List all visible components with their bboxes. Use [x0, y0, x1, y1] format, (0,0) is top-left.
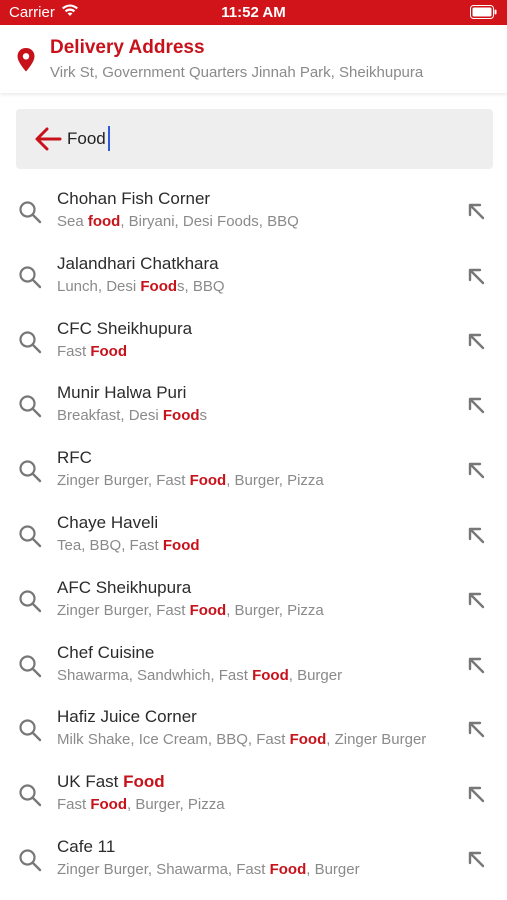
restaurant-categories: Tea, BBQ, Fast Food: [57, 537, 462, 554]
search-bar: [16, 109, 493, 169]
delivery-address-title: Delivery Address: [50, 37, 205, 58]
search-result-item[interactable]: Hafiz Juice Corner Milk Shake, Ice Cream,…: [0, 696, 507, 761]
search-icon: [18, 459, 42, 488]
restaurant-categories: Milk Shake, Ice Cream, BBQ, Fast Food, Z…: [57, 731, 462, 748]
text-segment: Sea: [57, 213, 88, 230]
text-segment: Shawarma, Sandwhich, Fast: [57, 666, 253, 684]
search-icon: [18, 654, 42, 683]
search-result-item[interactable]: AFC Sheikhupura Zinger Burger, Fast Food,…: [0, 567, 507, 632]
restaurant-categories: Fast Food: [57, 343, 462, 360]
search-result-item[interactable]: Chaye Haveli Tea, BBQ, Fast Food: [0, 502, 507, 567]
text-segment: Zinger Burger, Shawarma, Fast: [57, 861, 270, 878]
text-segment: , Burger, Pizza: [226, 472, 324, 490]
restaurant-name: Cafe 11: [57, 837, 116, 856]
text-segment: , Burger: [288, 666, 343, 684]
restaurant-categories: Shawarma, Sandwhich, Fast Food, Burger: [57, 667, 462, 684]
text-segment: , Burger, Pizza: [226, 601, 324, 619]
search-result-item[interactable]: Munir Halwa Puri Breakfast, Desi Foods: [0, 372, 507, 437]
match-highlight: Food: [90, 342, 127, 360]
arrow-up-left-icon[interactable]: [467, 720, 485, 743]
restaurant-categories: Zinger Burger, Fast Food, Burger, Pizza: [57, 472, 462, 489]
arrow-up-left-icon[interactable]: [467, 202, 485, 225]
text-segment: , Biryani, Desi Foods, BBQ: [120, 213, 299, 230]
status-time: 11:52 AM: [221, 4, 286, 21]
search-result-item[interactable]: Cafe 11 Zinger Burger, Shawarma, Fast Foo…: [0, 826, 507, 891]
arrow-up-left-icon[interactable]: [467, 461, 485, 484]
text-segment: Zinger Burger, Fast: [57, 472, 190, 490]
restaurant-categories: Zinger Burger, Fast Food, Burger, Pizza: [57, 602, 462, 619]
search-result-item[interactable]: Chef Cuisine Shawarma, Sandwhich, Fast Fo…: [0, 632, 507, 697]
text-segment: Breakfast, Desi: [57, 407, 163, 425]
match-highlight: Food: [162, 537, 200, 554]
delivery-address-header[interactable]: Delivery Address Virk St, Government Qua…: [0, 25, 507, 93]
restaurant-categories: Fast Food, Burger, Pizza: [57, 796, 462, 813]
arrow-up-left-icon[interactable]: [467, 785, 485, 808]
location-pin-icon: [16, 47, 36, 78]
text-segment: s, BBQ: [177, 277, 225, 295]
match-highlight: Food: [269, 861, 307, 878]
search-icon: [18, 589, 42, 618]
restaurant-name: Munir Halwa Puri: [57, 383, 187, 403]
arrow-up-left-icon[interactable]: [467, 591, 485, 614]
restaurant-name: Chaye Haveli: [57, 513, 159, 532]
restaurant-name: RFC: [57, 448, 92, 468]
text-segment: Milk Shake, Ice Cream, BBQ, Fast: [57, 731, 290, 749]
back-arrow-icon[interactable]: [34, 126, 62, 157]
search-result-item[interactable]: RFC Zinger Burger, Fast Food, Burger, Piz…: [0, 437, 507, 502]
match-highlight: Food: [90, 796, 127, 814]
text-caret: [108, 126, 110, 151]
search-result-item[interactable]: CFC Sheikhupura Fast Food: [0, 308, 507, 373]
search-icon: [18, 265, 42, 294]
search-icon: [18, 718, 42, 747]
match-highlight: Food: [189, 601, 227, 619]
match-highlight: food: [87, 213, 121, 230]
search-icon: [18, 524, 42, 553]
restaurant-name: AFC Sheikhupura: [57, 577, 192, 597]
search-result-item[interactable]: Chohan Fish Corner Sea food, Biryani, Des…: [0, 178, 507, 243]
restaurant-categories: Breakfast, Desi Foods: [57, 407, 462, 424]
text-segment: Tea, BBQ, Fast: [57, 537, 163, 554]
match-highlight: Food: [252, 666, 289, 684]
restaurant-name: UK Fast Food: [57, 772, 165, 792]
search-icon: [18, 394, 42, 423]
restaurant-name: Jalandhari Chatkhara: [57, 253, 219, 273]
arrow-up-left-icon[interactable]: [467, 332, 485, 355]
text-segment: Fast: [57, 342, 91, 360]
text-segment: Zinger Burger, Fast: [57, 601, 190, 619]
arrow-up-left-icon[interactable]: [467, 267, 485, 290]
restaurant-categories: Sea food, Biryani, Desi Foods, BBQ: [57, 213, 462, 230]
search-result-item[interactable]: UK Fast Food Fast Food, Burger, Pizza: [0, 761, 507, 826]
restaurant-categories: Lunch, Desi Foods, BBQ: [57, 278, 462, 295]
text-segment: , Zinger Burger: [326, 731, 427, 749]
text-segment: UK Fast: [57, 772, 124, 792]
restaurant-name: Chef Cuisine: [57, 642, 155, 662]
match-highlight: Food: [162, 407, 200, 425]
text-segment: , Burger: [306, 861, 360, 878]
match-highlight: Food: [140, 277, 178, 295]
restaurant-name: Chohan Fish Corner: [57, 189, 211, 208]
text-segment: Fast: [57, 796, 91, 814]
match-highlight: Food: [123, 772, 165, 792]
search-input[interactable]: [67, 127, 447, 151]
search-icon: [18, 848, 42, 877]
arrow-up-left-icon[interactable]: [467, 656, 485, 679]
text-segment: , Burger, Pizza: [127, 796, 225, 814]
arrow-up-left-icon[interactable]: [467, 850, 485, 873]
search-icon: [18, 330, 42, 359]
restaurant-name: Hafiz Juice Corner: [57, 707, 197, 727]
restaurant-name: CFC Sheikhupura: [57, 318, 193, 338]
arrow-up-left-icon[interactable]: [467, 526, 485, 549]
search-icon: [18, 200, 42, 229]
restaurant-categories: Zinger Burger, Shawarma, Fast Food, Burg…: [57, 861, 462, 878]
search-result-item[interactable]: Jalandhari Chatkhara Lunch, Desi Foods, B…: [0, 243, 507, 308]
status-bar: Carrier 11:52 AM: [0, 0, 507, 25]
match-highlight: Food: [289, 731, 327, 749]
search-icon: [18, 783, 42, 812]
arrow-up-left-icon[interactable]: [467, 396, 485, 419]
text-segment: Lunch, Desi: [57, 277, 141, 295]
battery-icon: [470, 5, 497, 19]
match-highlight: Food: [189, 472, 227, 490]
text-segment: s: [199, 407, 208, 425]
delivery-address-text: Virk St, Government Quarters Jinnah Park…: [50, 64, 424, 81]
